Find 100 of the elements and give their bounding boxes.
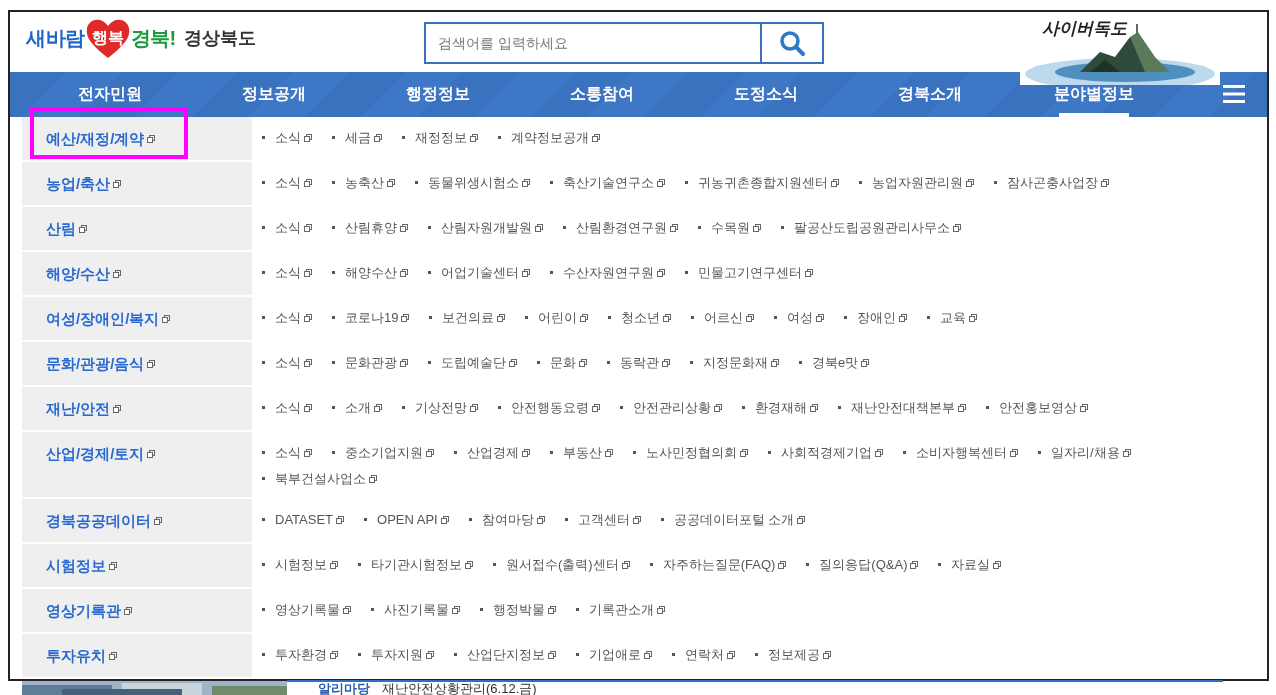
sub-link[interactable]: 교육 bbox=[927, 308, 978, 328]
sub-link[interactable]: 재정정보 bbox=[402, 128, 478, 148]
sub-link[interactable]: 자료실 bbox=[938, 555, 1002, 575]
new-window-icon bbox=[304, 179, 312, 187]
sub-link[interactable]: 장애인 bbox=[844, 308, 908, 328]
sub-link[interactable]: 청소년 bbox=[608, 308, 672, 328]
logo[interactable]: 새바람 행복 경북! 경상북도 bbox=[26, 16, 256, 60]
sub-link[interactable]: 사회적경제기업 bbox=[768, 443, 883, 463]
sub-link[interactable]: 산림휴양 bbox=[332, 218, 408, 238]
sub-link[interactable]: 소식 bbox=[262, 398, 312, 418]
search-field[interactable]: 검색어를 입력하세요 bbox=[424, 22, 760, 64]
nav-tab[interactable]: 경북소개 bbox=[848, 71, 1012, 117]
sub-link[interactable]: 소식 bbox=[262, 308, 312, 328]
logo-text: 새바람 bbox=[26, 26, 85, 51]
sub-link[interactable]: 산림환경연구원 bbox=[563, 218, 678, 238]
sub-link[interactable]: 안전관리상황 bbox=[620, 398, 722, 418]
sub-link[interactable]: 동물위생시험소 bbox=[415, 173, 530, 193]
sub-link[interactable]: 도립예술단 bbox=[428, 353, 517, 373]
new-window-icon bbox=[535, 224, 543, 232]
sub-link[interactable]: 여성 bbox=[774, 308, 825, 328]
sub-link[interactable]: 중소기업지원 bbox=[332, 443, 434, 463]
sub-link[interactable]: 북부건설사업소 bbox=[262, 469, 377, 489]
nav-tab[interactable]: 소통참여 bbox=[520, 71, 684, 117]
sub-link[interactable]: 환경재해 bbox=[742, 398, 818, 418]
new-window-icon bbox=[548, 651, 556, 659]
category-link[interactable]: 산림 bbox=[32, 218, 101, 240]
sub-link[interactable]: 해양수산 bbox=[332, 263, 408, 283]
sub-link[interactable]: 수산자원연구원 bbox=[550, 263, 665, 283]
sub-link[interactable]: 민물고기연구센터 bbox=[685, 263, 813, 283]
sub-link[interactable]: 소식 bbox=[262, 353, 312, 373]
sub-link[interactable]: 소식 bbox=[262, 128, 312, 148]
search-button[interactable] bbox=[760, 22, 824, 64]
sub-link[interactable]: 안전홍보영상 bbox=[986, 398, 1088, 418]
sub-link[interactable]: DATASET bbox=[262, 510, 345, 530]
sub-link[interactable]: 연락처 bbox=[672, 645, 735, 665]
sub-link[interactable]: 재난안전대책본부 bbox=[838, 398, 966, 418]
sub-link[interactable]: 안전행동요령 bbox=[498, 398, 600, 418]
nav-tab[interactable]: 분야별정보 bbox=[1012, 71, 1176, 117]
sub-link[interactable]: 어린이 bbox=[525, 308, 589, 328]
sub-link[interactable]: 고객센터 bbox=[564, 510, 641, 530]
sub-link[interactable]: 투자지원 bbox=[358, 645, 434, 665]
sub-link[interactable]: 행정박물 bbox=[480, 600, 556, 620]
nav-tab[interactable]: 도정소식 bbox=[684, 71, 848, 117]
sub-link[interactable]: 귀농귀촌종합지원센터 bbox=[685, 173, 839, 193]
sub-link[interactable]: 동락관 bbox=[607, 353, 670, 373]
nav-tab[interactable]: 정보공개 bbox=[192, 71, 356, 117]
sub-link[interactable]: 타기관시험정보 bbox=[358, 555, 473, 575]
sub-link[interactable]: 잠사곤충사업장 bbox=[994, 173, 1109, 193]
sub-link[interactable]: 세금 bbox=[332, 128, 382, 148]
new-window-icon bbox=[816, 314, 825, 322]
sub-link[interactable]: 문화 bbox=[537, 353, 587, 373]
sub-link[interactable]: 소식 bbox=[262, 263, 312, 283]
new-window-icon bbox=[657, 179, 665, 187]
sub-link[interactable]: 공공데이터포털 소개 bbox=[660, 510, 806, 530]
new-window-icon bbox=[740, 449, 748, 457]
sub-link[interactable]: 보건의료 bbox=[429, 308, 506, 328]
sub-link[interactable]: 수목원 bbox=[698, 218, 761, 238]
sub-link[interactable]: 기록관소개 bbox=[576, 600, 665, 620]
sub-link[interactable]: 소식 bbox=[262, 218, 312, 238]
sub-link[interactable]: 소개 bbox=[332, 398, 382, 418]
sub-link[interactable]: 지정문화재 bbox=[690, 353, 779, 373]
nav-tab[interactable]: 전자민원 bbox=[28, 71, 192, 117]
sub-link[interactable]: 산업단지정보 bbox=[454, 645, 556, 665]
sub-link[interactable]: 경북e맛 bbox=[799, 353, 870, 373]
sub-link[interactable]: 참여마당 bbox=[468, 510, 545, 530]
banner-title[interactable]: 사이버독도 bbox=[1042, 16, 1127, 42]
new-window-icon bbox=[899, 314, 908, 322]
sub-link[interactable]: 코로나19 bbox=[332, 308, 410, 328]
sub-link[interactable]: 기상전망 bbox=[402, 398, 478, 418]
sub-link[interactable]: 산업경제 bbox=[454, 443, 530, 463]
sub-link[interactable]: 계약정보공개 bbox=[498, 128, 600, 148]
sub-link[interactable]: 기업애로 bbox=[576, 645, 652, 665]
nav-tab[interactable]: 행정정보 bbox=[356, 71, 520, 117]
sub-link[interactable]: 원서접수(출력)센터 bbox=[493, 555, 630, 575]
sub-link[interactable]: 소식 bbox=[262, 173, 312, 193]
sub-link[interactable]: 자주하는질문(FAQ) bbox=[649, 555, 787, 575]
new-window-icon bbox=[662, 359, 670, 367]
sub-link[interactable]: 어업기술센터 bbox=[428, 263, 530, 283]
sub-link[interactable]: 문화관광 bbox=[332, 353, 408, 373]
news-title[interactable]: 재난안전상황관리(6.12.금) bbox=[382, 682, 537, 695]
sub-link[interactable]: 노사민정협의회 bbox=[633, 443, 748, 463]
sub-link[interactable]: 산림자원개발원 bbox=[428, 218, 543, 238]
sub-link[interactable]: 사진기록물 bbox=[371, 600, 460, 620]
section-title[interactable]: 알리마당 bbox=[318, 682, 370, 695]
sub-link[interactable]: 질의응답(Q&A) bbox=[806, 555, 919, 575]
sub-link[interactable]: 일자리/채용 bbox=[1038, 443, 1131, 463]
sub-link[interactable]: 어르신 bbox=[691, 308, 755, 328]
sub-link[interactable]: 정보제공 bbox=[755, 645, 831, 665]
sub-link[interactable]: 농업자원관리원 bbox=[859, 173, 974, 193]
sub-link[interactable]: 축산기술연구소 bbox=[550, 173, 665, 193]
sub-link[interactable]: 소식 bbox=[262, 443, 312, 463]
sub-link[interactable]: 부동산 bbox=[550, 443, 613, 463]
sub-link[interactable]: 팔공산도립공원관리사무소 bbox=[781, 218, 961, 238]
new-window-icon bbox=[400, 269, 408, 277]
sub-link[interactable]: 투자환경 bbox=[262, 645, 338, 665]
sub-link[interactable]: 소비자행복센터 bbox=[903, 443, 1018, 463]
sub-link[interactable]: 농축산 bbox=[332, 173, 395, 193]
sub-link[interactable]: 영상기록물 bbox=[262, 600, 351, 620]
sub-link[interactable]: OPEN API bbox=[364, 510, 449, 530]
sub-link[interactable]: 시험정보 bbox=[262, 555, 338, 575]
